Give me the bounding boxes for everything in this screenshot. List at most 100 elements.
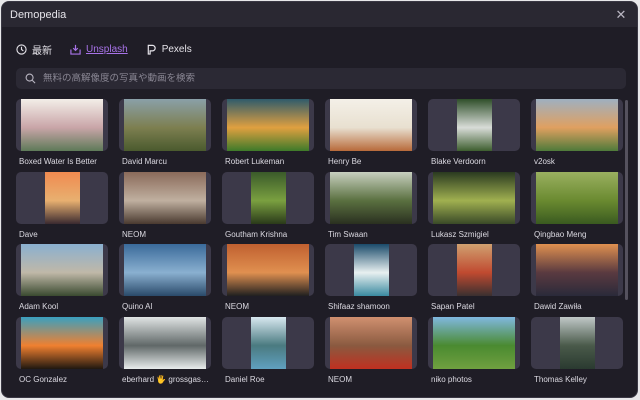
photo-author: NEOM bbox=[122, 229, 146, 239]
photo-tile[interactable]: eberhard 🖐 grossgasteiger bbox=[119, 316, 211, 390]
photo-thumbnail-frame bbox=[531, 244, 623, 296]
photo-image bbox=[433, 316, 515, 369]
photo-tile[interactable]: Tim Swaan bbox=[325, 171, 417, 245]
photo-image bbox=[536, 244, 618, 296]
photo-thumbnail-frame bbox=[119, 244, 211, 296]
photo-author: NEOM bbox=[328, 374, 352, 384]
photo-image bbox=[227, 244, 309, 296]
photo-image bbox=[536, 99, 618, 151]
photo-author: Henry Be bbox=[328, 157, 362, 166]
photo-author: Shifaaz shamoon bbox=[328, 302, 390, 311]
photo-author: Robert Lukeman bbox=[225, 157, 285, 166]
close-button[interactable]: ✕ bbox=[613, 7, 629, 23]
tab-label: Pexels bbox=[161, 44, 192, 55]
app-window: Demopedia ✕ 最新 Unsplash Pexels Boxed Wat… bbox=[1, 1, 638, 398]
photo-thumbnail-frame bbox=[16, 244, 108, 296]
photo-thumbnail-frame bbox=[428, 316, 520, 369]
photo-tile[interactable]: Dawid Zawiła bbox=[531, 244, 623, 317]
photo-tile[interactable]: NEOM bbox=[222, 244, 314, 317]
photo-author: NEOM bbox=[225, 302, 249, 311]
photo-image bbox=[433, 171, 515, 224]
search-box[interactable] bbox=[16, 68, 626, 89]
clock-icon bbox=[16, 44, 27, 55]
source-tabs: 最新 Unsplash Pexels bbox=[16, 42, 192, 57]
photo-tile[interactable]: Henry Be bbox=[325, 99, 417, 172]
photo-tile[interactable]: Adam Kool bbox=[16, 244, 108, 317]
photo-author: David Marcu bbox=[122, 157, 167, 166]
photo-image bbox=[330, 171, 412, 224]
photo-author: Dave bbox=[19, 229, 38, 239]
photo-tile[interactable]: Robert Lukeman bbox=[222, 99, 314, 172]
photo-tile[interactable]: OC Gonzalez bbox=[16, 316, 108, 390]
photo-image bbox=[21, 99, 103, 151]
photo-author: Qingbao Meng bbox=[534, 229, 587, 239]
photo-image bbox=[21, 244, 103, 296]
photo-image bbox=[250, 316, 286, 369]
scrollbar[interactable] bbox=[625, 100, 628, 300]
photo-thumbnail-frame bbox=[428, 99, 520, 151]
photo-author: Quino Al bbox=[122, 302, 153, 311]
tab-latest[interactable]: 最新 bbox=[16, 42, 52, 57]
photo-tile[interactable]: NEOM bbox=[119, 171, 211, 245]
photo-tile[interactable]: Qingbao Meng bbox=[531, 171, 623, 245]
tab-label: 最新 bbox=[32, 46, 52, 57]
photo-thumbnail-frame bbox=[222, 316, 314, 369]
photo-image bbox=[21, 316, 103, 369]
photo-image bbox=[124, 171, 206, 224]
photo-thumbnail-frame bbox=[119, 99, 211, 151]
photo-tile[interactable]: Boxed Water Is Better bbox=[16, 99, 108, 172]
photo-tile[interactable]: Blake Verdoorn bbox=[428, 99, 520, 172]
photo-image bbox=[124, 244, 206, 296]
photo-tile[interactable]: Dave bbox=[16, 171, 108, 245]
photo-thumbnail-frame bbox=[325, 171, 417, 224]
photo-tile[interactable]: Quino Al bbox=[119, 244, 211, 317]
photo-thumbnail-frame bbox=[325, 316, 417, 369]
photo-thumbnail-frame bbox=[16, 99, 108, 151]
photo-thumbnail-frame bbox=[222, 244, 314, 296]
photo-tile[interactable]: Goutham Krishna bbox=[222, 171, 314, 245]
photo-author: Blake Verdoorn bbox=[431, 157, 486, 166]
photo-author: v2osk bbox=[534, 157, 555, 166]
photo-thumbnail-frame bbox=[325, 244, 417, 296]
photo-author: OC Gonzalez bbox=[19, 374, 68, 384]
pexels-icon bbox=[147, 44, 156, 55]
photo-image bbox=[330, 316, 412, 369]
photo-image bbox=[456, 244, 492, 296]
photo-image bbox=[124, 99, 206, 151]
photo-author: Goutham Krishna bbox=[225, 229, 288, 239]
photo-tile[interactable]: Thomas Kelley bbox=[531, 316, 623, 390]
photo-image bbox=[456, 99, 492, 151]
photo-thumbnail-frame bbox=[222, 99, 314, 151]
photo-tile[interactable]: Lukasz Szmigiel bbox=[428, 171, 520, 245]
tab-label: Unsplash bbox=[86, 44, 128, 55]
photo-thumbnail-frame bbox=[531, 99, 623, 151]
photo-thumbnail-frame bbox=[16, 171, 108, 224]
search-input[interactable] bbox=[43, 73, 603, 84]
photo-thumbnail-frame bbox=[428, 244, 520, 296]
photo-image bbox=[44, 171, 80, 224]
tab-unsplash[interactable]: Unsplash bbox=[70, 42, 128, 57]
photo-tile[interactable]: v2osk bbox=[531, 99, 623, 172]
title-bar: Demopedia bbox=[2, 2, 637, 27]
photo-author: eberhard 🖐 grossgasteiger bbox=[122, 374, 211, 384]
photo-author: Daniel Roe bbox=[225, 374, 265, 384]
photo-tile[interactable]: Sapan Patel bbox=[428, 244, 520, 317]
photo-thumbnail-frame bbox=[119, 316, 211, 369]
photo-tile[interactable]: Daniel Roe bbox=[222, 316, 314, 390]
photo-tile[interactable]: David Marcu bbox=[119, 99, 211, 172]
photo-image bbox=[330, 99, 412, 151]
photo-tile[interactable]: Shifaaz shamoon bbox=[325, 244, 417, 317]
photo-author: Dawid Zawiła bbox=[534, 302, 582, 311]
tab-pexels[interactable]: Pexels bbox=[146, 42, 192, 57]
download-tray-icon bbox=[70, 44, 81, 55]
photo-tile[interactable]: niko photos bbox=[428, 316, 520, 390]
photo-tile[interactable]: NEOM bbox=[325, 316, 417, 390]
photo-author: Boxed Water Is Better bbox=[19, 157, 97, 166]
photo-thumbnail-frame bbox=[531, 316, 623, 369]
photo-thumbnail-frame bbox=[16, 316, 108, 369]
photo-image bbox=[227, 99, 309, 151]
photo-author: niko photos bbox=[431, 374, 472, 384]
photo-thumbnail-frame bbox=[222, 171, 314, 224]
photo-thumbnail-frame bbox=[119, 171, 211, 224]
photo-author: Sapan Patel bbox=[431, 302, 475, 311]
